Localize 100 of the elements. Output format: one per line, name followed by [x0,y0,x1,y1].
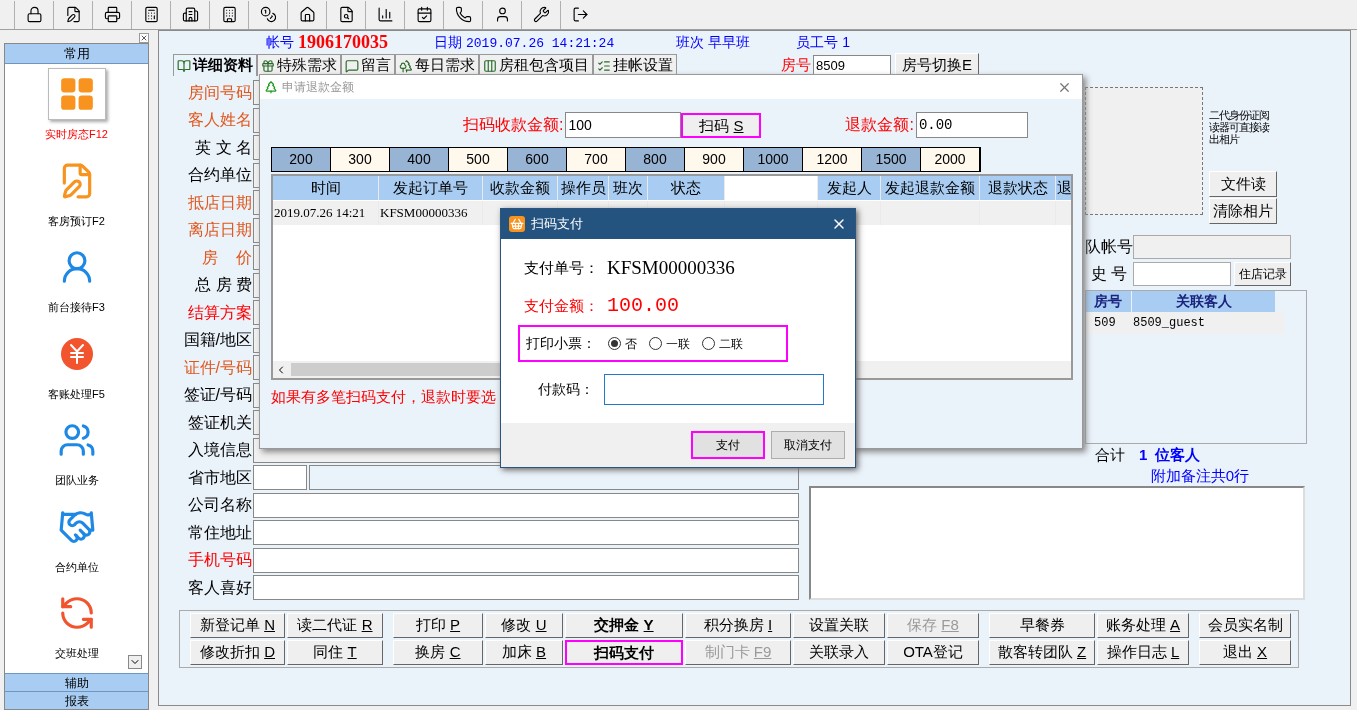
dialog-button[interactable]: 支付 [691,431,765,459]
amount-chip[interactable]: 900 [685,148,744,171]
sidebar-header[interactable]: 常用 [5,44,148,64]
action-button[interactable]: 换房 C [393,639,483,665]
action-button[interactable]: 账务处理 A [1097,612,1189,638]
sidebar-item[interactable]: 合约单位 [16,500,137,575]
amount-chip[interactable]: 400 [390,148,449,171]
column-header: 班次 [609,176,647,200]
room-label: 房号 [781,54,811,75]
action-button[interactable]: 交押金 Y [565,612,683,638]
total-label: 合计 [1095,444,1125,465]
field-label: 英 文 名 [194,137,253,158]
exit-icon[interactable] [571,6,589,23]
amount-chip[interactable]: 2000 [921,148,980,171]
action-button[interactable]: 早餐券 [989,612,1095,638]
building-icon[interactable] [181,6,199,23]
amount-chip[interactable]: 800 [626,148,685,171]
tab[interactable]: 特殊需求 [257,54,341,76]
document-search-icon[interactable] [337,6,355,23]
action-button[interactable]: 读二代证 R [287,612,383,638]
sidebar-section[interactable]: 报表 [5,691,148,709]
dialog-title: 申请退款金额 [282,79,354,96]
room-number-field[interactable]: 8509 [813,55,891,75]
radio-option[interactable]: 否 [608,334,637,353]
action-button[interactable]: 设置关联 [793,612,885,638]
amount-chip[interactable]: 1500 [862,148,921,171]
action-button[interactable]: 散客转团队 Z [989,639,1095,665]
action-button[interactable]: 加床 B [485,639,563,665]
tab[interactable]: 详细资料 [173,54,257,76]
amount-chip[interactable]: 500 [449,148,508,171]
action-button[interactable]: 打印 P [393,612,483,638]
refund-amount-field[interactable]: 0.00 [915,112,1028,138]
history-label: 史 号 [1089,264,1129,284]
dialog-title: 扫码支付 [531,215,583,234]
tab[interactable]: 挂帐设置 [593,54,677,76]
phone-icon[interactable] [454,6,472,23]
sidebar-item[interactable]: 团队业务 [16,414,137,489]
amount-chip[interactable]: 1000 [744,148,803,171]
team-account-field[interactable] [1133,235,1291,259]
form-field[interactable] [309,465,799,491]
close-icon[interactable] [139,32,149,43]
action-button[interactable]: 操作日志 L [1097,639,1189,665]
history-field[interactable] [1133,262,1231,286]
action-button[interactable]: 关联录入 [793,639,885,665]
amount-chip[interactable]: 700 [567,148,626,171]
field-label: 签证机关 [187,412,253,433]
action-button[interactable]: OTA登记 [887,639,979,665]
form-field[interactable] [253,492,799,518]
payment-code-field[interactable] [604,373,824,405]
scan-amount-field[interactable]: 100 [565,112,682,138]
radio-option[interactable]: 二联 [702,334,743,353]
action-button[interactable]: 修改折扣 D [190,639,285,665]
checklist-icon [597,58,611,73]
room-switch-button[interactable]: 房号切换E [895,53,979,77]
sidebar-item[interactable]: 实时房态F12 [16,68,137,143]
action-button[interactable]: 扫码支付 [565,639,683,665]
sidebar-section[interactable]: 辅助 [5,673,148,691]
tab[interactable]: 留言 [341,54,395,76]
tools-icon[interactable] [532,6,550,23]
account-number: 1906170035 [298,31,388,53]
action-button[interactable]: 同住 T [287,639,383,665]
sidebar-item[interactable]: 前台接待F3 [16,241,137,316]
sidebar-item[interactable]: 客账处理F5 [16,327,137,402]
field-label: 结算方案 [187,302,253,323]
action-button[interactable]: 修改 U [485,612,563,638]
table-cell-text: 509 [1093,315,1117,332]
building-icon[interactable] [220,6,238,23]
form-field[interactable] [253,547,799,573]
form-field[interactable] [253,520,799,546]
radio-option[interactable]: 一联 [649,334,690,353]
printer-icon[interactable] [103,6,121,23]
edit-icon[interactable] [64,6,82,23]
bar-chart-icon[interactable] [376,6,394,23]
notes-field[interactable] [809,486,1305,600]
action-button[interactable]: 退出 X [1199,639,1291,665]
tab[interactable]: 每日需求 [395,54,479,76]
amount-chip[interactable]: 1200 [803,148,862,171]
photo-button[interactable]: 清除相片 [1209,198,1277,224]
action-button[interactable]: 扫码 S [681,112,762,138]
dialog-button[interactable]: 取消支付 [771,431,845,459]
home-icon[interactable] [298,6,316,23]
sidebar-item[interactable]: 客房预订F2 [16,154,137,229]
action-button[interactable]: 新登记单 N [190,612,285,638]
calendar-icon[interactable] [415,6,433,23]
amount-chip[interactable]: 200 [272,148,331,171]
tree-icon [399,58,413,73]
action-button[interactable]: 会员实名制 [1199,612,1291,638]
calculator-icon[interactable] [142,6,160,23]
tab[interactable]: 房租包含项目 [479,54,593,76]
column-header: 发起退款金额 [881,176,979,200]
form-field[interactable] [253,465,307,491]
history-button[interactable]: 住店记录 [1234,262,1291,286]
form-field[interactable] [253,575,799,601]
amount-chip[interactable]: 600 [508,148,567,171]
amount-chip[interactable]: 300 [331,148,390,171]
sidebar-item[interactable]: 交班处理 [16,587,137,662]
scroll-down-icon[interactable] [128,655,142,669]
lock-icon[interactable] [25,6,43,23]
photo-button[interactable]: 文件读 [1209,171,1277,197]
action-button[interactable]: 积分换房 I [685,612,791,638]
